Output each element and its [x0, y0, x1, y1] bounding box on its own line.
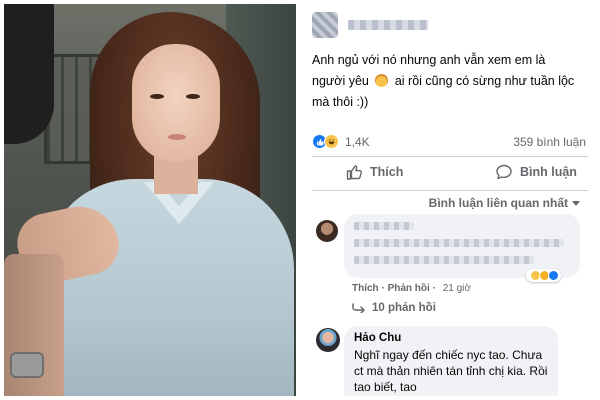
- blurred-avatar[interactable]: [312, 12, 338, 38]
- comment-icon: [496, 164, 512, 180]
- facebook-post: Anh ngủ với nó nhưng anh vẫn xem em là n…: [304, 4, 596, 396]
- comment-meta: Thích · Phản hồi · 21 giờ: [352, 283, 471, 294]
- like-reaction-icon: [548, 270, 559, 281]
- comment-sort-dropdown[interactable]: Bình luận liên quan nhất: [429, 196, 580, 210]
- left-eye: [150, 94, 164, 99]
- commenter-avatar[interactable]: [316, 328, 340, 352]
- right-eye: [186, 94, 200, 99]
- comment-bubble: Hảo Chu Nghĩ ngay đến chiếc nyc tao. Chư…: [344, 326, 558, 396]
- man-shoulder: [4, 4, 54, 144]
- reaction-count: 1,4K: [345, 134, 370, 149]
- thumbs-up-icon: [346, 165, 362, 180]
- comment-count[interactable]: 359 bình luận: [513, 135, 586, 149]
- comment-reactions[interactable]: [526, 269, 561, 282]
- photo-still: [4, 4, 296, 396]
- commenter-name[interactable]: Hảo Chu: [354, 332, 548, 344]
- commenter-avatar[interactable]: [316, 220, 338, 242]
- comment-button[interactable]: Bình luận: [496, 164, 577, 180]
- like-label: Thích: [370, 165, 404, 179]
- divider: [312, 156, 588, 157]
- reply-arrow-icon: [352, 303, 365, 313]
- chevron-down-icon: [572, 200, 580, 206]
- woman-face: [132, 44, 220, 162]
- reaction-summary[interactable]: 1,4K: [312, 134, 370, 149]
- sort-label: Bình luận liên quan nhất: [428, 196, 568, 210]
- comment-like-link[interactable]: Thích: [352, 283, 379, 294]
- blurred-comment-line: [354, 256, 534, 264]
- post-text: Anh ngủ với nó nhưng anh vẫn xem em là n…: [312, 50, 582, 113]
- haha-reaction-icon: [324, 134, 339, 149]
- replies-count: 10 phản hồi: [372, 302, 436, 314]
- like-button[interactable]: Thích: [346, 164, 403, 180]
- emoji-face-icon: [375, 74, 389, 87]
- lips: [168, 134, 186, 140]
- comment-reply-link[interactable]: Phản hồi: [388, 283, 430, 294]
- divider: [312, 190, 588, 191]
- view-replies-link[interactable]: 10 phản hồi: [352, 302, 436, 314]
- blurred-commenter-name: [354, 222, 414, 230]
- post-header: [312, 12, 428, 38]
- comment-timestamp[interactable]: 21 giờ: [443, 283, 471, 294]
- wristwatch: [10, 352, 44, 378]
- comment-text: Nghĩ ngay đến chiếc nyc tao. Chưa ct mà …: [354, 348, 548, 394]
- blurred-author-name[interactable]: [348, 20, 428, 30]
- comment-label: Bình luận: [520, 165, 577, 179]
- blurred-comment-line: [354, 239, 564, 247]
